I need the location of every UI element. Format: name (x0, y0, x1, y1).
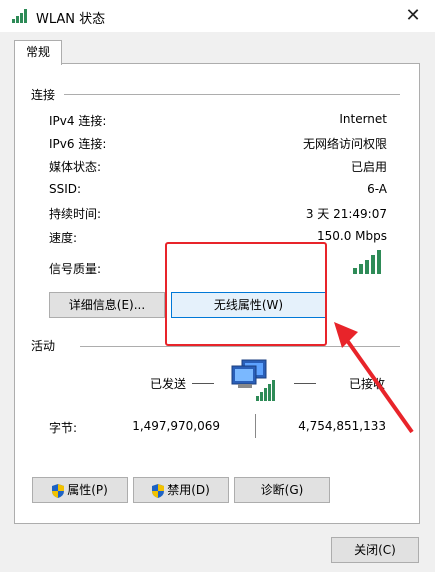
ipv4-value: Internet (339, 112, 387, 126)
properties-button-label: 属性(P) (67, 483, 108, 497)
bytes-label: 字节: (49, 421, 78, 435)
connection-divider (64, 94, 400, 95)
background-strip (0, 572, 435, 582)
bytes-sent-value: 1,497,970,069 (132, 419, 220, 433)
disable-button[interactable]: 禁用(D) (133, 477, 229, 503)
close-window-button[interactable]: ✕ (398, 2, 428, 30)
speed-label: 速度: (49, 231, 78, 245)
ipv4-label: IPv4 连接: (49, 114, 107, 128)
network-computers-icon (231, 359, 275, 401)
shield-icon (152, 483, 165, 498)
ssid-value: 6-A (367, 182, 387, 196)
signal-strength-icon (353, 250, 381, 274)
disable-button-label: 禁用(D) (167, 483, 210, 497)
annotation-arrow-icon (334, 322, 414, 434)
wifi-signal-icon (12, 9, 27, 23)
tab-general[interactable]: 常规 (14, 40, 62, 65)
duration-value: 3 天 21:49:07 (305, 207, 387, 221)
sent-line (192, 383, 214, 384)
close-button[interactable]: 关闭(C) (331, 537, 419, 563)
media-state-value: 已启用 (350, 160, 387, 174)
ipv6-value: 无网络访问权限 (302, 137, 387, 151)
activity-section-title: 活动 (31, 339, 56, 353)
window-title: WLAN 状态 (36, 12, 106, 27)
bytes-separator (255, 414, 256, 438)
connection-section-title: 连接 (31, 88, 56, 102)
ssid-label: SSID: (49, 182, 82, 196)
annotation-highlight-box (165, 242, 327, 346)
duration-label: 持续时间: (49, 207, 102, 221)
properties-button[interactable]: 属性(P) (32, 477, 128, 503)
tab-general-label: 常规 (25, 45, 50, 59)
diagnose-button[interactable]: 诊断(G) (234, 477, 330, 503)
sent-label: 已发送 (150, 377, 187, 391)
signal-quality-label: 信号质量: (49, 262, 102, 276)
ipv6-label: IPv6 连接: (49, 137, 107, 151)
received-line (294, 383, 316, 384)
shield-icon (52, 483, 65, 498)
speed-value: 150.0 Mbps (316, 229, 387, 243)
media-state-label: 媒体状态: (49, 160, 102, 174)
title-bar: WLAN 状态 ✕ (0, 0, 435, 32)
details-button[interactable]: 详细信息(E)... (49, 292, 165, 318)
